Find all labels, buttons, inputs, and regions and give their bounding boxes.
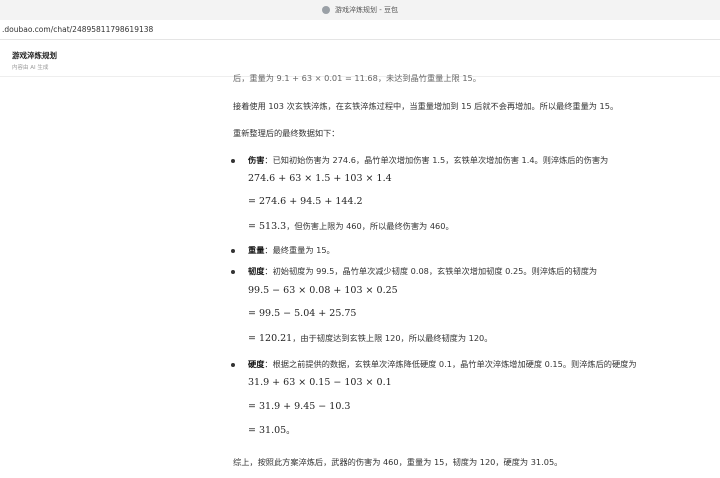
hardness-equation-1: 31.9 + 63 × 0.15 − 103 × 0.1	[248, 377, 392, 388]
hardness-equation-2: = 31.9 + 9.45 − 10.3	[248, 401, 351, 412]
url-text[interactable]: .doubao.com/chat/24895811798619138	[2, 25, 153, 34]
toughness-equation-3: = 120.21	[248, 333, 293, 344]
paragraph-weight-process: 接着使用 103 次玄铁淬炼，在玄铁淬炼过程中，当重量增加到 15 后就不会再增…	[233, 101, 619, 111]
damage-text: ：已知初始伤害为 274.6，晶竹单次增加伤害 1.5，玄铁单次增加伤害 1.4…	[264, 155, 609, 165]
hardness-label: 硬度	[248, 359, 265, 369]
site-favicon-icon	[322, 6, 330, 14]
final-summary: 综上，按照此方案淬炼后，武器的伤害为 460，重量为 15，韧度为 120，硬度…	[233, 457, 563, 467]
toughness-result-text: ，由于韧度达到玄铁上限 120，所以最终韧度为 120。	[292, 333, 493, 343]
list-item-hardness: 硬度：根据之前提供的数据，玄铁单次淬炼降低硬度 0.1，晶竹单次淬炼增加硬度 0…	[248, 358, 637, 370]
list-item-toughness: 韧度：初始韧度为 99.5，晶竹单次减少韧度 0.08，玄铁单次增加韧度 0.2…	[248, 265, 597, 277]
toughness-label: 韧度	[248, 266, 265, 276]
bullet-dot	[231, 270, 235, 274]
damage-label: 伤害	[248, 155, 265, 165]
toughness-equation-2: = 99.5 − 5.04 + 25.75	[248, 308, 357, 319]
damage-equation-1: 274.6 + 63 × 1.5 + 103 × 1.4	[248, 173, 392, 184]
bullet-dot	[231, 249, 235, 253]
damage-equation-2: = 274.6 + 94.5 + 144.2	[248, 196, 363, 207]
browser-title-bar: 游戏淬炼规划 - 豆包	[0, 0, 720, 20]
bullet-dot	[231, 363, 235, 367]
damage-result-line: = 513.3，但伤害上限为 460，所以最终伤害为 460。	[248, 220, 454, 233]
paragraph-summary-intro: 重新整理后的最终数据如下：	[233, 128, 340, 138]
hardness-result-text: 。	[286, 425, 295, 435]
address-bar[interactable]: .doubao.com/chat/24895811798619138	[0, 20, 720, 40]
damage-equation-3: = 513.3	[248, 221, 287, 232]
damage-result-text: ，但伤害上限为 460，所以最终伤害为 460。	[286, 221, 454, 231]
hardness-text: ：根据之前提供的数据，玄铁单次淬炼降低硬度 0.1，晶竹单次淬炼增加硬度 0.1…	[264, 359, 637, 369]
toughness-result-line: = 120.21，由于韧度达到玄铁上限 120，所以最终韧度为 120。	[248, 332, 492, 345]
chat-title: 游戏淬炼规划	[12, 51, 57, 60]
weight-label: 重量	[248, 245, 265, 255]
bullet-dot	[231, 159, 235, 163]
list-item-weight: 重量：最终重量为 15。	[248, 244, 335, 256]
list-item-damage: 伤害：已知初始伤害为 274.6，晶竹单次增加伤害 1.5，玄铁单次增加伤害 1…	[248, 154, 608, 166]
hardness-equation-3: = 31.05	[248, 425, 287, 436]
clipped-line: 后，重量为 9.1 + 63 × 0.01 = 11.68，未达到晶竹重量上限 …	[233, 73, 481, 83]
toughness-text: ：初始韧度为 99.5，晶竹单次减少韧度 0.08，玄铁单次增加韧度 0.25。…	[264, 266, 598, 276]
hardness-result-line: = 31.05。	[248, 424, 294, 437]
ai-generated-note: 内容由 AI 生成	[12, 65, 49, 71]
weight-text: ：最终重量为 15。	[264, 245, 335, 255]
toughness-equation-1: 99.5 − 63 × 0.08 + 103 × 0.25	[248, 285, 398, 296]
tab-title[interactable]: 游戏淬炼规划 - 豆包	[335, 5, 398, 15]
